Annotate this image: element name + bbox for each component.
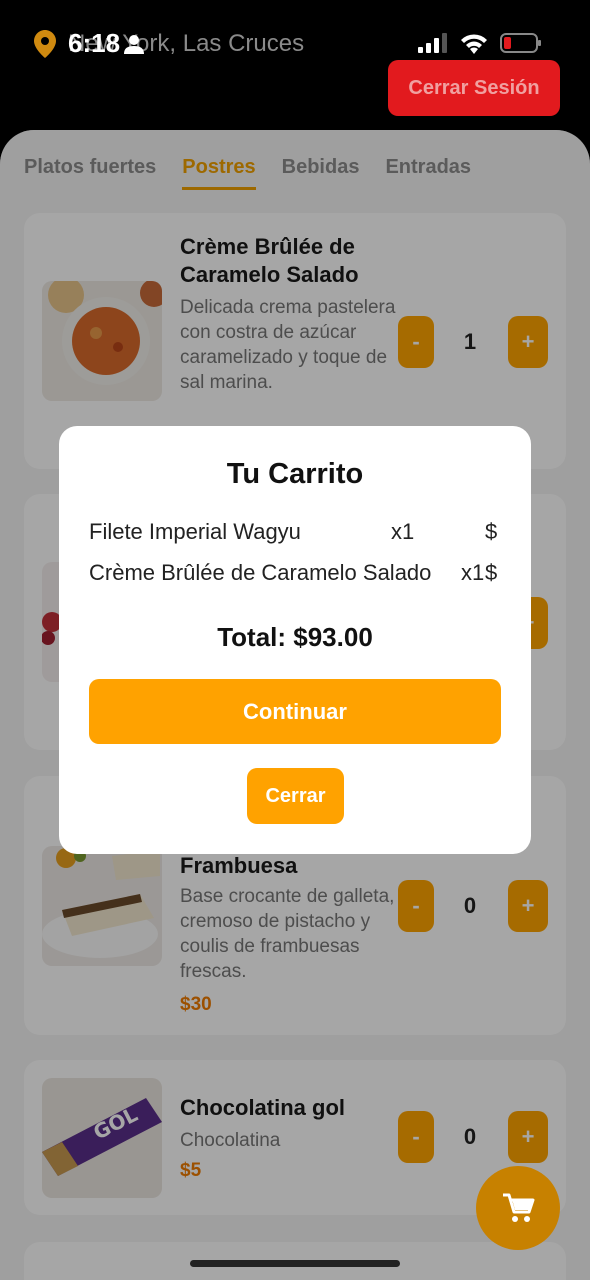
wifi-icon (461, 34, 487, 54)
cart-item-price: $ (485, 560, 498, 585)
cart-item-price: $ (485, 519, 498, 544)
battery-icon (500, 33, 541, 53)
status-icons (418, 32, 542, 54)
cart-modal: Tu Carrito Filete Imperial Wagyu x1 $ Cr… (59, 426, 531, 854)
status-bar: New York, Las Cruces 6:18 Cerrar Sesión (0, 0, 590, 130)
cart-icon (503, 1193, 535, 1222)
cart-total: Total: $93.00 (217, 622, 373, 652)
clock: 6:18 (68, 28, 145, 59)
cart-item-qty: x1 (391, 519, 415, 544)
person-icon (124, 34, 145, 54)
continue-button[interactable]: Continuar (89, 679, 501, 744)
cart-item: Filete Imperial Wagyu x1 $ (89, 519, 501, 549)
time-text: 6:18 (68, 28, 121, 58)
cart-item-name: Crème Brûlée de Caramelo Salado (89, 560, 432, 585)
cart-item-name: Filete Imperial Wagyu (89, 519, 301, 544)
cart-button[interactable] (476, 1166, 560, 1250)
signal-icon (418, 33, 447, 53)
cart-item-qty: x1 (461, 560, 485, 585)
modal-title: Tu Carrito (226, 458, 364, 490)
cart-item: Crème Brûlée de Caramelo Salado x1 $ (89, 560, 501, 590)
logout-button[interactable]: Cerrar Sesión (388, 60, 560, 116)
close-button[interactable]: Cerrar (247, 768, 344, 824)
home-indicator (190, 1260, 400, 1267)
location-pin-icon (34, 30, 56, 58)
